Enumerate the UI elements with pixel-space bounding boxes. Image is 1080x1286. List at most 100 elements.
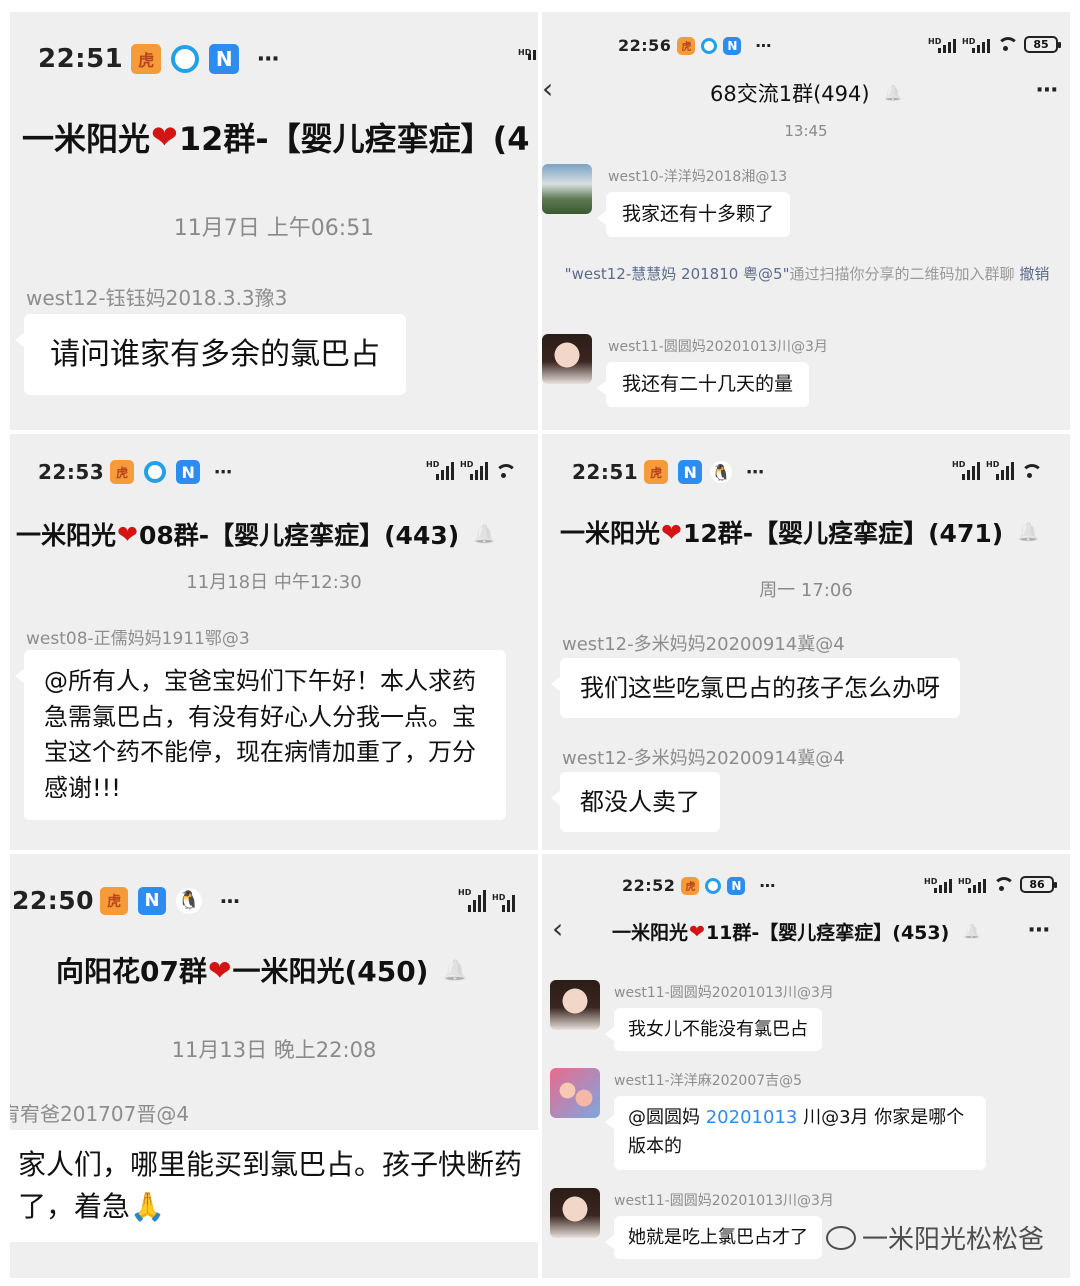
more-notifications-icon: ⋯ bbox=[220, 888, 243, 913]
qq-penguin-icon: 🐧 bbox=[710, 461, 733, 483]
mute-bell-icon bbox=[1017, 522, 1039, 543]
chat-title-name: 08群-【婴儿痉挛症】(443) bbox=[138, 521, 460, 550]
back-arrow-icon[interactable]: ‹ bbox=[542, 72, 553, 105]
more-options-icon[interactable]: ⋯ bbox=[1036, 78, 1060, 103]
signal-bars-icon: HD bbox=[492, 893, 515, 912]
mute-bell-icon bbox=[884, 84, 903, 102]
message-sender: west11-洋洋麻202007吉@5 bbox=[614, 1073, 803, 1089]
message-bubble[interactable]: 都没人卖了 bbox=[551, 772, 720, 832]
avatar[interactable] bbox=[550, 1188, 600, 1238]
n-app-icon: N bbox=[727, 876, 746, 895]
phone-link[interactable]: 20201013 bbox=[706, 1107, 798, 1128]
circle-app-icon bbox=[705, 877, 722, 894]
wifi-icon bbox=[1020, 464, 1043, 480]
signal-indicator: HD bbox=[518, 48, 536, 60]
mute-bell-icon bbox=[473, 524, 495, 545]
chat-title: 一米阳光 ❤ 11群-【婴儿痉挛症】(453) bbox=[612, 918, 981, 945]
chat-title-group: 一米阳光 bbox=[22, 120, 151, 158]
avatar[interactable] bbox=[550, 980, 600, 1030]
system-message: "west12-慧慧妈 201810 粤@5"通过扫描你分享的二维码加入群聊 撤… bbox=[562, 262, 1052, 288]
circle-app-icon bbox=[171, 45, 200, 73]
message-bubble[interactable]: 我女儿不能没有氯巴占 bbox=[605, 1008, 822, 1051]
message-timestamp: 13:45 bbox=[784, 122, 828, 140]
message-bubble[interactable]: 她就是吃上氯巴占才了 bbox=[605, 1216, 822, 1259]
more-notifications-icon: ⋯ bbox=[746, 461, 767, 483]
n-app-icon: N bbox=[209, 44, 240, 74]
more-notifications-icon: ⋯ bbox=[759, 876, 778, 895]
tiger-app-icon: 虎 bbox=[110, 460, 135, 484]
chat-panel-1: 22:51 虎 N ⋯ HD 一米阳光 ❤ 12群-【婴儿痉挛症】(4 11月7日 … bbox=[10, 12, 538, 430]
chat-title-name: 12群-【婴儿痉挛症】(4 bbox=[178, 120, 530, 158]
signal-bars-icon: HD bbox=[962, 37, 990, 53]
heart-icon: ❤ bbox=[207, 953, 232, 987]
signal-indicator: HD HD 86 bbox=[924, 876, 1057, 893]
message-timestamp: 周一 17:06 bbox=[759, 580, 853, 601]
avatar[interactable] bbox=[550, 1068, 600, 1118]
message-bubble[interactable]: 家人们，哪里能买到氯巴占。孩子快断药了，着急🙏 bbox=[10, 1130, 538, 1242]
mute-bell-icon bbox=[442, 958, 467, 982]
message-sender: west10-洋洋妈2018湘@13 bbox=[608, 169, 788, 185]
tiger-app-icon: 虎 bbox=[681, 876, 700, 895]
system-message-text: 通过扫描你分享的二维码加入群聊 bbox=[789, 265, 1015, 283]
chat-title-group: 一米阳光 bbox=[16, 521, 117, 550]
signal-indicator: HD HD bbox=[952, 460, 1043, 480]
message-bubble[interactable]: 我家还有十多颗了 bbox=[596, 192, 791, 237]
status-bar: 22:56 虎 N ⋯ bbox=[618, 36, 773, 55]
qq-penguin-icon: 🐧 bbox=[176, 887, 203, 914]
message-sender: west12-多米妈妈20200914冀@4 bbox=[562, 748, 845, 769]
message-sender: 宥宥爸201707晋@4 bbox=[10, 1102, 190, 1126]
message-sender: west11-圆圆妈20201013川@3月 bbox=[614, 1193, 834, 1209]
circle-app-icon bbox=[144, 461, 167, 483]
signal-bars-icon: HD bbox=[924, 877, 952, 893]
message-bubble[interactable]: 请问谁家有多余的氯巴占 bbox=[15, 314, 406, 395]
status-bar: 22:51 虎 N ⋯ bbox=[38, 44, 281, 74]
avatar[interactable] bbox=[542, 164, 592, 214]
status-bar: 22:51 虎 N 🐧 ⋯ bbox=[572, 460, 766, 484]
message-timestamp: 11月7日 上午06:51 bbox=[173, 216, 375, 241]
chat-title-group: 向阳花07群 bbox=[56, 955, 207, 988]
message-timestamp: 11月13日 晚上22:08 bbox=[171, 1038, 377, 1062]
wifi-icon bbox=[494, 464, 517, 480]
signal-bars-icon: HD bbox=[426, 460, 454, 480]
watermark-text: 一米阳光松松爸 bbox=[861, 1225, 1044, 1255]
more-options-icon[interactable]: ⋯ bbox=[1028, 918, 1052, 943]
chat-title-name: 12群-【婴儿痉挛症】(471) bbox=[682, 519, 1004, 548]
wechat-icon bbox=[825, 1225, 856, 1250]
message-sender: west11-圆圆妈20201013川@3月 bbox=[608, 339, 828, 355]
chat-panel-6: 22:52 虎 N ⋯ HD HD 86 ‹ 一米阳光 ❤ 11群-【婴儿痉挛症】(… bbox=[542, 854, 1070, 1278]
chat-panel-3: 22:53 虎 N ⋯ HD HD 一米阳光 ❤ 08群-【婴儿痉挛症】(443) … bbox=[10, 434, 538, 850]
heart-icon: ❤ bbox=[689, 920, 705, 943]
wifi-icon bbox=[996, 37, 1019, 53]
message-bubble[interactable]: 我还有二十几天的量 bbox=[596, 362, 810, 407]
avatar[interactable] bbox=[542, 334, 592, 384]
chat-panel-4: 22:51 虎 N 🐧 ⋯ HD HD 一米阳光 ❤ 12群-【婴儿痉挛症】(471… bbox=[542, 434, 1070, 850]
more-notifications-icon: ⋯ bbox=[214, 461, 235, 483]
status-time: 22:52 bbox=[622, 876, 676, 895]
chat-title-group: 一米阳光 bbox=[612, 922, 689, 944]
message-bubble[interactable]: @所有人，宝爸宝妈们下午好！本人求药急需氯巴占，有没有好心人分我一点。宝宝这个药… bbox=[15, 650, 506, 821]
more-notifications-icon: ⋯ bbox=[755, 36, 774, 55]
message-bubble[interactable]: @圆圆妈 20201013 川@3月 你家是哪个版本的 bbox=[605, 1096, 986, 1170]
status-time: 22:56 bbox=[618, 36, 672, 55]
undo-link[interactable]: 撤销 bbox=[1019, 265, 1049, 283]
status-bar: 22:52 虎 N ⋯ bbox=[622, 876, 777, 895]
chat-title: 一米阳光 ❤ 12群-【婴儿痉挛症】(471) bbox=[560, 514, 1040, 550]
battery-icon: 85 bbox=[1024, 36, 1061, 53]
status-time: 22:51 bbox=[38, 44, 124, 74]
n-app-icon: N bbox=[176, 460, 201, 484]
chat-title-name: 一米阳光(450) bbox=[232, 955, 429, 988]
signal-bars-icon: HD bbox=[518, 48, 536, 60]
signal-indicator: HD HD bbox=[458, 888, 515, 912]
chat-title-name: 68交流1群(494) bbox=[710, 82, 870, 106]
joined-user-link[interactable]: "west12-慧慧妈 201810 粤@5" bbox=[565, 265, 790, 283]
more-notifications-icon: ⋯ bbox=[257, 46, 282, 72]
message-bubble[interactable]: 我们这些吃氯巴占的孩子怎么办呀 bbox=[551, 658, 960, 718]
heart-icon: ❤ bbox=[117, 519, 138, 549]
battery-icon: 86 bbox=[1020, 876, 1057, 893]
message-sender: west11-圆圆妈20201013川@3月 bbox=[614, 985, 834, 1001]
signal-bars-icon: HD bbox=[958, 877, 986, 893]
back-arrow-icon[interactable]: ‹ bbox=[552, 912, 563, 945]
signal-bars-icon: HD bbox=[986, 460, 1014, 480]
mention-text: @圆圆妈 bbox=[628, 1107, 706, 1128]
chat-title: 一米阳光 ❤ 12群-【婴儿痉挛症】(4 bbox=[22, 114, 530, 160]
